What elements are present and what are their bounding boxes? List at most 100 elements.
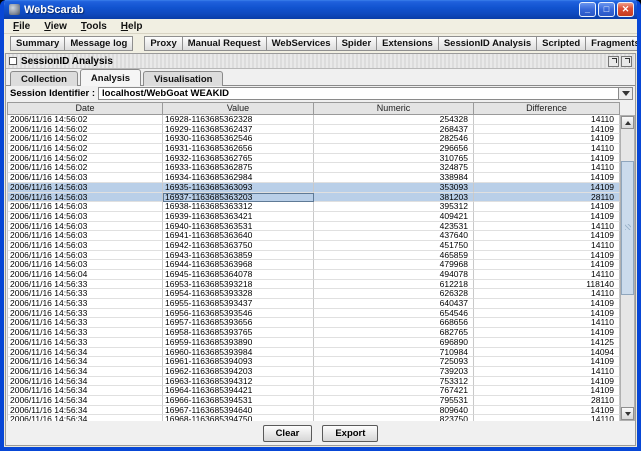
table-row[interactable]: 2006/11/16 14:56:3416966-116368539453179… (8, 396, 620, 406)
cell-difference: 14109 (474, 251, 620, 261)
cell-difference: 118140 (474, 280, 620, 290)
action-button-bar: Clear Export (6, 421, 635, 445)
minimize-button[interactable]: _ (579, 2, 596, 17)
close-button[interactable]: ✕ (617, 2, 634, 17)
table-row[interactable]: 2006/11/16 14:56:3416967-116368539464080… (8, 406, 620, 416)
cell-difference: 28110 (474, 193, 620, 203)
table-row[interactable]: 2006/11/16 14:56:0316938-116368536331239… (8, 202, 620, 212)
table-row[interactable]: 2006/11/16 14:56:3316955-116368539343764… (8, 299, 620, 309)
frame-maximize-button[interactable] (621, 56, 632, 67)
column-header-difference[interactable]: Difference (474, 103, 619, 114)
scrollbar-thumb[interactable] (621, 161, 634, 295)
menu-file[interactable]: File (7, 21, 36, 32)
clear-button[interactable]: Clear (263, 425, 313, 442)
cell-value: 16941-1163685363640 (163, 231, 314, 241)
scroll-up-button[interactable] (621, 116, 634, 129)
toolbar-tab-scripted[interactable]: Scripted (536, 36, 586, 51)
table-row[interactable]: 2006/11/16 14:56:0316937-116368536320338… (8, 193, 620, 203)
cell-date: 2006/11/16 14:56:03 (8, 222, 163, 232)
cell-value: 16964-1163685394421 (163, 386, 314, 396)
table-row[interactable]: 2006/11/16 14:56:3416964-116368539442176… (8, 386, 620, 396)
table-row[interactable]: 2006/11/16 14:56:3316957-116368539365666… (8, 318, 620, 328)
column-header-date[interactable]: Date (8, 103, 163, 114)
table-row[interactable]: 2006/11/16 14:56:3416963-116368539431275… (8, 377, 620, 387)
cell-difference: 14109 (474, 183, 620, 193)
scroll-down-button[interactable] (621, 407, 634, 420)
cell-date: 2006/11/16 14:56:33 (8, 328, 163, 338)
cell-date: 2006/11/16 14:56:04 (8, 270, 163, 280)
cell-date: 2006/11/16 14:56:03 (8, 241, 163, 251)
cell-date: 2006/11/16 14:56:34 (8, 367, 163, 377)
menu-view[interactable]: View (38, 21, 73, 32)
cell-value: 16940-1163685363531 (163, 222, 314, 232)
toolbar-tab-webservices[interactable]: WebServices (266, 36, 337, 51)
session-identifier-combobox[interactable]: localhost/WebGoat WEAKID (98, 87, 633, 100)
cell-value: 16933-1163685362875 (163, 163, 314, 173)
table-row[interactable]: 2006/11/16 14:56:0316935-116368536309335… (8, 183, 620, 193)
cell-value: 16928-1163685362328 (163, 115, 314, 125)
tab-collection[interactable]: Collection (10, 71, 78, 86)
toolbar-tab-fragments[interactable]: Fragments (585, 36, 641, 51)
table-row[interactable]: 2006/11/16 14:56:3316959-116368539389069… (8, 338, 620, 348)
table-row[interactable]: 2006/11/16 14:56:0216929-116368536243726… (8, 125, 620, 135)
cell-difference: 14109 (474, 309, 620, 319)
cell-date: 2006/11/16 14:56:34 (8, 357, 163, 367)
toolbar-tab-spider[interactable]: Spider (336, 36, 378, 51)
toolbar-tab-proxy[interactable]: Proxy (144, 36, 182, 51)
tab-analysis[interactable]: Analysis (80, 69, 141, 86)
table-row[interactable]: 2006/11/16 14:56:0216928-116368536232825… (8, 115, 620, 125)
toolbar-tab-sessionid-analysis[interactable]: SessionID Analysis (438, 36, 537, 51)
table-row[interactable]: 2006/11/16 14:56:0316942-116368536375045… (8, 241, 620, 251)
table-row[interactable]: 2006/11/16 14:56:3316958-116368539376568… (8, 328, 620, 338)
session-identifier-row: Session Identifier : localhost/WebGoat W… (6, 86, 635, 101)
cell-value: 16967-1163685394640 (163, 406, 314, 416)
tab-visualisation[interactable]: Visualisation (143, 71, 223, 86)
table-row[interactable]: 2006/11/16 14:56:0216933-116368536287532… (8, 163, 620, 173)
table-row[interactable]: 2006/11/16 14:56:3316953-116368539321861… (8, 280, 620, 290)
table-row[interactable]: 2006/11/16 14:56:0316944-116368536396847… (8, 260, 620, 270)
table-row[interactable]: 2006/11/16 14:56:0316934-116368536298433… (8, 173, 620, 183)
cell-numeric: 696890 (314, 338, 474, 348)
table-row[interactable]: 2006/11/16 14:56:0316940-116368536353142… (8, 222, 620, 232)
export-button[interactable]: Export (322, 425, 378, 442)
toolbar-tab-extensions[interactable]: Extensions (376, 36, 439, 51)
table-body: 2006/11/16 14:56:0216928-116368536232825… (7, 115, 620, 421)
cell-difference: 14109 (474, 406, 620, 416)
table-row[interactable]: 2006/11/16 14:56:3416961-116368539409372… (8, 357, 620, 367)
cell-difference: 14109 (474, 134, 620, 144)
table-row[interactable]: 2006/11/16 14:56:0416945-116368536407849… (8, 270, 620, 280)
table-row[interactable]: 2006/11/16 14:56:0216932-116368536276531… (8, 154, 620, 164)
maximize-button[interactable]: □ (598, 2, 615, 17)
cell-numeric: 739203 (314, 367, 474, 377)
toolbar-tab-message-log[interactable]: Message log (64, 36, 133, 51)
table-row[interactable]: 2006/11/16 14:56:3416968-116368539475082… (8, 415, 620, 421)
menu-bar: FileViewToolsHelp (4, 19, 637, 34)
cell-difference: 14110 (474, 367, 620, 377)
cell-date: 2006/11/16 14:56:03 (8, 193, 163, 203)
cell-date: 2006/11/16 14:56:33 (8, 289, 163, 299)
table-row[interactable]: 2006/11/16 14:56:3416962-116368539420373… (8, 367, 620, 377)
column-header-numeric[interactable]: Numeric (314, 103, 474, 114)
table-row[interactable]: 2006/11/16 14:56:0316941-116368536364043… (8, 231, 620, 241)
table-row[interactable]: 2006/11/16 14:56:3416960-116368539398471… (8, 348, 620, 358)
table-row[interactable]: 2006/11/16 14:56:0316943-116368536385946… (8, 251, 620, 261)
menu-help[interactable]: Help (115, 21, 149, 32)
cell-date: 2006/11/16 14:56:02 (8, 144, 163, 154)
toolbar-tab-summary[interactable]: Summary (10, 36, 65, 51)
table-row[interactable]: 2006/11/16 14:56:0216931-116368536265629… (8, 144, 620, 154)
cell-difference: 14110 (474, 289, 620, 299)
cell-numeric: 451750 (314, 241, 474, 251)
table-row[interactable]: 2006/11/16 14:56:0316939-116368536342140… (8, 212, 620, 222)
table-row[interactable]: 2006/11/16 14:56:0216930-116368536254628… (8, 134, 620, 144)
toolbar-tab-manual-request[interactable]: Manual Request (182, 36, 267, 51)
cell-date: 2006/11/16 14:56:33 (8, 280, 163, 290)
combobox-dropdown-button[interactable] (618, 88, 632, 99)
frame-detach-button[interactable] (608, 56, 619, 67)
column-header-value[interactable]: Value (163, 103, 314, 114)
table-row[interactable]: 2006/11/16 14:56:3316954-116368539332862… (8, 289, 620, 299)
cell-value: 16954-1163685393328 (163, 289, 314, 299)
table-row[interactable]: 2006/11/16 14:56:3316956-116368539354665… (8, 309, 620, 319)
menu-tools[interactable]: Tools (75, 21, 113, 32)
vertical-scrollbar[interactable] (620, 115, 635, 421)
cell-date: 2006/11/16 14:56:33 (8, 299, 163, 309)
